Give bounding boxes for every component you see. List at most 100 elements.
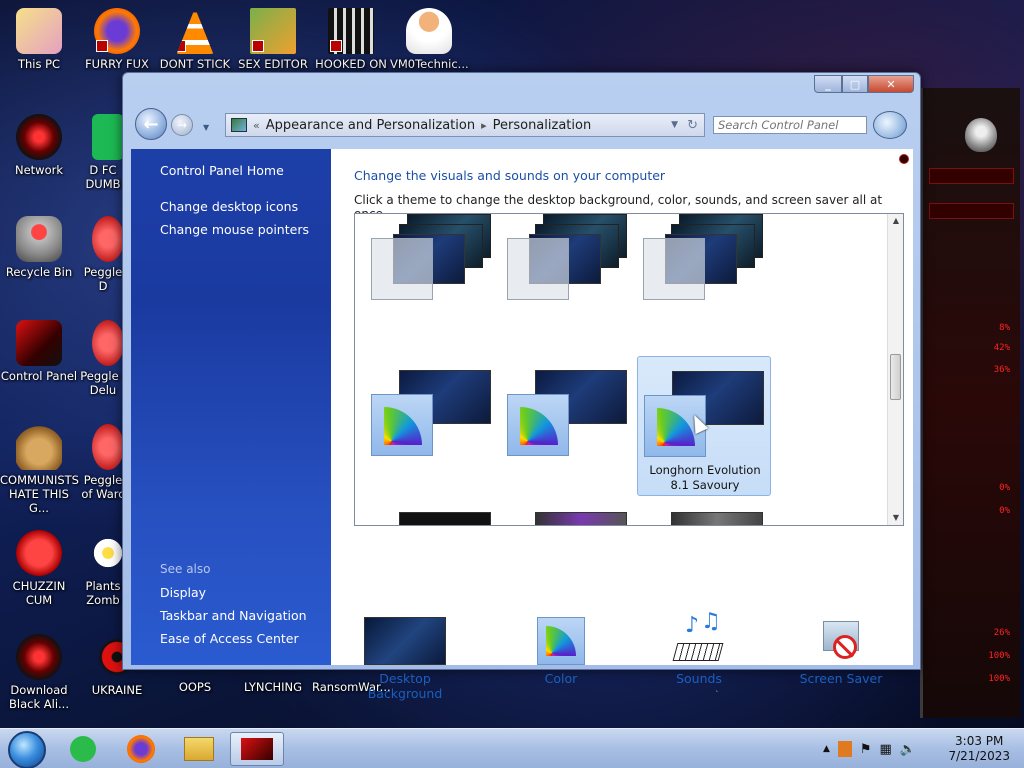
network-icon[interactable]: ▦	[880, 742, 892, 757]
money-bag-icon	[16, 424, 62, 470]
clock[interactable]: 3:03 PM 7/21/2023	[948, 734, 1010, 764]
action-center-flag-icon[interactable]: ⚑	[860, 742, 872, 757]
theme-name: Longhorn Evolution 8.1 Savoury	[649, 463, 761, 492]
folder-icon	[184, 737, 214, 761]
control-panel-home-link[interactable]: Control Panel Home	[160, 163, 284, 178]
refresh-icon[interactable]: ↻	[687, 118, 698, 133]
desktop-icon-peggle-d[interactable]: Peggle D	[78, 216, 128, 293]
navigation-bar: ← → ▼ « Appearance and Personalization ▸…	[131, 105, 912, 145]
gadget-readout: 100%	[988, 651, 1010, 661]
desktop-icon-download-black[interactable]: Download Black Ali...	[0, 634, 78, 711]
main-content: Change the visuals and sounds on your co…	[331, 149, 913, 701]
display-link[interactable]: Display	[160, 585, 206, 600]
desktop-icon-chuzzin-cum[interactable]: CHUZZIN CUM	[0, 530, 78, 607]
breadcrumb-appearance[interactable]: Appearance and Personalization	[266, 118, 475, 133]
screen-saver-button[interactable]: Screen Saver	[791, 617, 891, 686]
scroll-up-icon[interactable]: ▲	[888, 214, 903, 228]
show-hidden-icons-icon[interactable]: ▲	[823, 744, 830, 754]
vlc-cone-icon	[176, 8, 214, 54]
desktop-background-button[interactable]: Desktop Background	[345, 617, 465, 701]
desktop-icon-this-pc[interactable]: This PC	[0, 8, 78, 71]
maximize-button[interactable]: □	[842, 75, 868, 93]
sounds-icon: ♪ ♫	[672, 609, 725, 665]
desktop-icon-network[interactable]: Network	[0, 114, 78, 177]
close-button[interactable]: ✕	[868, 75, 914, 93]
desktop-icon-peggle-warc[interactable]: Peggle of Warc	[78, 424, 128, 501]
theme-item[interactable]	[505, 214, 639, 344]
desktop-icon-sex-editor[interactable]: SEX EDITOR	[234, 8, 312, 71]
desktop-icon-label: VM0Technic...	[390, 57, 469, 71]
start-button[interactable]	[8, 731, 46, 768]
address-bar[interactable]: « Appearance and Personalization ▸ Perso…	[225, 113, 705, 137]
theme-item[interactable]	[369, 214, 503, 344]
taskbar-explorer-button[interactable]	[176, 732, 222, 766]
desktop-icon-furry-fux[interactable]: FURRY FUX	[78, 8, 156, 71]
peggle-icon	[92, 424, 124, 470]
help-icon[interactable]	[899, 154, 909, 164]
back-button[interactable]: ←	[135, 108, 167, 140]
desktop-icon-label: UKRAINE	[91, 683, 143, 697]
doctor-icon	[406, 8, 452, 54]
color-swatch-icon	[371, 394, 433, 456]
taskbar-notes-button[interactable]	[60, 732, 106, 766]
volume-icon[interactable]: 🔈	[900, 742, 916, 757]
desktop-icon-communists[interactable]: COMMUNISTS HATE THIS G...	[0, 424, 79, 515]
firefox-icon	[94, 8, 140, 54]
taskbar-control-panel-button[interactable]	[230, 732, 284, 766]
scroll-thumb[interactable]	[890, 354, 901, 400]
change-desktop-icons-link[interactable]: Change desktop icons	[160, 199, 298, 214]
sounds-button[interactable]: ♪ ♫ Sounds	[659, 609, 739, 686]
desktop-icon-label: Peggle of Warc	[81, 473, 125, 501]
desktop-icon-label: Peggle D	[83, 265, 123, 293]
theme-item[interactable]	[671, 512, 763, 525]
firefox-icon	[127, 735, 155, 763]
breadcrumb-separator-icon[interactable]: ▸	[481, 119, 487, 132]
recent-pages-dropdown[interactable]: ▼	[203, 123, 209, 132]
desktop-icon-label: CHUZZIN CUM	[12, 579, 66, 607]
page-title: Change the visuals and sounds on your co…	[354, 168, 666, 183]
gadget-readout: 0%	[999, 483, 1010, 493]
desktop-icon-dont-stick[interactable]: DONT STICK	[156, 8, 234, 71]
desktop-icon-peggle-delu[interactable]: Peggle I Delu	[78, 320, 128, 397]
tray-app-icon[interactable]	[837, 741, 852, 757]
theme-list[interactable]: Longhorn Evolution 8.1 Savoury ▲ ▼	[354, 213, 904, 526]
gadget-readout: 0%	[999, 506, 1010, 516]
taskbar-navigation-link[interactable]: Taskbar and Navigation	[160, 608, 307, 623]
theme-item[interactable]	[505, 356, 639, 496]
desktop-icon-label: DONT STICK	[159, 57, 231, 71]
theme-item[interactable]	[641, 214, 775, 344]
theme-item[interactable]	[399, 512, 491, 525]
see-also-heading: See also	[160, 562, 211, 576]
desktop-background-icon	[364, 617, 446, 665]
desktop-icon-hooked-on[interactable]: HOOKED ON	[312, 8, 390, 71]
notes-icon	[70, 736, 96, 762]
desktop-icon-label: FURRY FUX	[85, 57, 149, 71]
ease-of-access-link[interactable]: Ease of Access Center	[160, 631, 299, 646]
desktop-icon-recycle-bin[interactable]: Recycle Bin	[0, 216, 78, 279]
theme-item[interactable]	[369, 356, 503, 496]
desktop-icon-plants-zomb[interactable]: Plants Zomb	[78, 530, 128, 607]
desktop-icon-control-panel[interactable]: Control Panel	[0, 320, 78, 383]
change-mouse-pointers-link[interactable]: Change mouse pointers	[160, 222, 309, 237]
desktop-icon-dfc-dumb[interactable]: D FC DUMB	[78, 114, 128, 191]
desktop-icon-vm0technic[interactable]: VM0Technic...	[390, 8, 469, 71]
search-button[interactable]	[873, 111, 907, 139]
color-button[interactable]: Color	[521, 617, 601, 686]
spotify-icon	[92, 114, 124, 160]
personalization-window: _ □ ✕ ← → ▼ « Appearance and Personaliza…	[122, 72, 921, 701]
search-input[interactable]	[713, 116, 867, 134]
screen-saver-icon	[817, 617, 865, 665]
breadcrumb-personalization[interactable]: Personalization	[493, 118, 592, 133]
task-pane: Control Panel Home Change desktop icons …	[131, 149, 331, 665]
scroll-down-icon[interactable]: ▼	[888, 511, 903, 525]
desktop-icon-label: Recycle Bin	[5, 265, 73, 279]
taskbar-firefox-button[interactable]	[118, 732, 164, 766]
minimize-button[interactable]: _	[814, 75, 842, 93]
address-dropdown-icon[interactable]: ▼	[671, 120, 678, 130]
gadget-readout: 42%	[993, 343, 1010, 353]
theme-list-scrollbar[interactable]: ▲ ▼	[887, 214, 903, 525]
desktop-icon-label: Peggle I Delu	[80, 369, 126, 397]
forward-button[interactable]: →	[171, 114, 193, 136]
theme-item[interactable]	[535, 512, 627, 525]
address-prefix[interactable]: «	[253, 119, 260, 132]
